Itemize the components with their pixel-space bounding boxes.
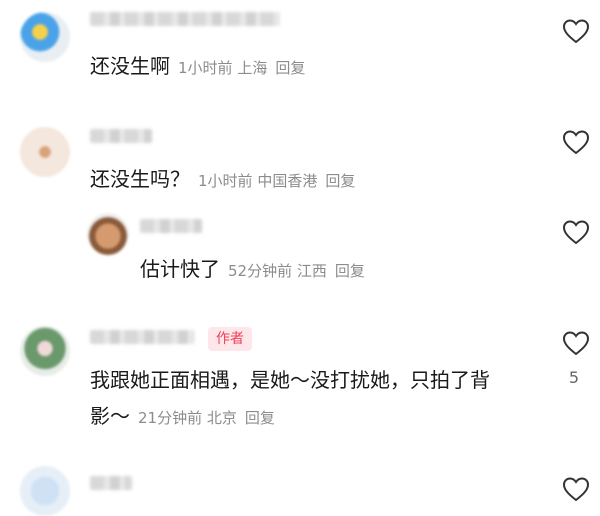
comment-item: 还没生啊 1小时前 上海 回复 <box>0 0 600 110</box>
location: 江西 <box>296 262 327 280</box>
comment-text-continued: 影～ 21分钟前 北京 回复 <box>90 404 275 428</box>
author-badge: 作者 <box>208 327 252 351</box>
avatar[interactable] <box>20 127 70 177</box>
username[interactable] <box>90 330 194 344</box>
heart-icon[interactable] <box>562 476 590 502</box>
reply-button[interactable]: 回复 <box>245 409 275 427</box>
heart-icon[interactable] <box>562 330 590 356</box>
location: 上海 <box>237 59 268 77</box>
avatar[interactable] <box>20 326 70 376</box>
heart-icon[interactable] <box>562 219 590 245</box>
avatar[interactable] <box>87 213 129 255</box>
comment-text: 还没生啊 1小时前 上海 回复 <box>90 54 306 78</box>
comment-text: 估计快了 52分钟前 江西 回复 <box>140 257 365 281</box>
username[interactable] <box>90 129 152 143</box>
heart-icon[interactable] <box>562 18 590 44</box>
timestamp: 21分钟前 <box>138 409 203 427</box>
username[interactable] <box>140 219 202 233</box>
reply-item: 估计快了 52分钟前 江西 回复 <box>0 205 600 305</box>
timestamp: 1小时前 <box>178 59 233 77</box>
timestamp: 52分钟前 <box>228 262 293 280</box>
comment-item: 还没生吗？ 1小时前 中国香港 回复 <box>0 115 600 215</box>
like-count: 5 <box>568 368 580 387</box>
location: 中国香港 <box>257 172 318 190</box>
avatar[interactable] <box>20 12 70 62</box>
comment-item: 作者 我跟她正面相遇，是她～没打扰她，只拍了背 影～ 21分钟前 北京 回复 5 <box>0 318 600 448</box>
comment-text: 还没生吗？ 1小时前 中国香港 回复 <box>90 167 356 191</box>
reply-button[interactable]: 回复 <box>275 59 305 77</box>
reply-button[interactable]: 回复 <box>335 262 365 280</box>
comment-item <box>0 458 600 516</box>
reply-button[interactable]: 回复 <box>325 172 355 190</box>
username[interactable] <box>90 476 132 490</box>
heart-icon[interactable] <box>562 129 590 155</box>
location: 北京 <box>206 409 237 427</box>
avatar[interactable] <box>20 466 70 516</box>
username[interactable] <box>90 12 280 26</box>
comment-text: 我跟她正面相遇，是她～没打扰她，只拍了背 <box>90 368 490 392</box>
timestamp: 1小时前 <box>198 172 253 190</box>
